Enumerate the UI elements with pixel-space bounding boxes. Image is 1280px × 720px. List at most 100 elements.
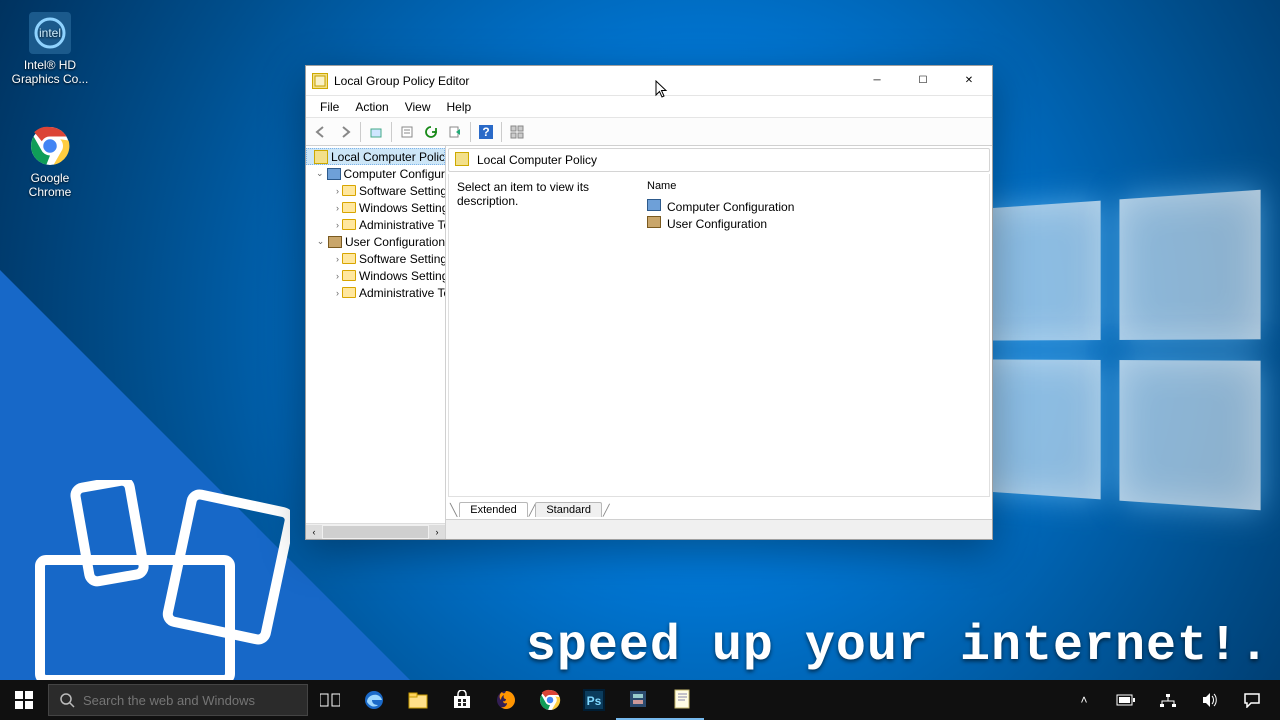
menubar: File Action View Help [306,96,992,118]
folder-icon [342,269,356,283]
app-icon [312,73,328,89]
window-title: Local Group Policy Editor [334,74,469,88]
tray-battery-icon[interactable] [1106,680,1146,720]
chevron-right-icon[interactable]: › [336,203,339,213]
scroll-right-button[interactable]: › [429,525,445,539]
folder-icon [342,252,356,266]
tree-node[interactable]: ›Administrative Templates [306,284,445,301]
menu-help[interactable]: Help [439,98,480,116]
toolbar: ? [306,118,992,146]
taskbar-app-photoshop[interactable]: Ps [572,680,616,720]
tree-node[interactable]: › Windows Settings [306,267,445,284]
tree-node[interactable]: › Software Settings [306,182,445,199]
menu-action[interactable]: Action [347,98,396,116]
windows-logo-bg [978,190,1261,511]
tray-action-center-icon[interactable] [1232,680,1272,720]
titlebar[interactable]: Local Group Policy Editor ─ ☐ ✕ [306,66,992,96]
user-icon [328,235,342,249]
taskbar-app-firefox[interactable] [484,680,528,720]
chevron-right-icon[interactable]: › [336,220,339,230]
chevron-right-icon[interactable]: › [336,288,339,298]
tray-network-icon[interactable] [1148,680,1188,720]
tray-chevron-up-icon[interactable]: ˄ [1064,680,1104,720]
tree-node-user-configuration[interactable]: ⌄ User Configuration [306,233,445,250]
user-icon [647,216,663,232]
close-button[interactable]: ✕ [946,66,992,96]
list-item-user-configuration[interactable]: User Configuration [647,215,981,232]
svg-text:Ps: Ps [587,694,602,708]
chrome-icon [29,125,71,167]
gpedit-window: Local Group Policy Editor ─ ☐ ✕ File Act… [305,65,993,540]
tree-root[interactable]: Local Computer Policy [306,148,445,165]
intel-icon: intel [29,12,71,54]
taskbar-app-notepad[interactable] [660,680,704,720]
tree-node[interactable]: › Administrative Templates [306,216,445,233]
toolbar-help-button[interactable]: ? [475,121,497,143]
taskbar-app-edge[interactable] [352,680,396,720]
chevron-right-icon[interactable]: › [336,271,339,281]
toolbar-properties-button[interactable] [396,121,418,143]
toolbar-refresh-button[interactable] [420,121,442,143]
search-input[interactable] [83,693,297,708]
chevron-down-icon[interactable]: ⌄ [316,236,325,247]
tab-extended[interactable]: Extended [459,502,527,517]
menu-file[interactable]: File [312,98,347,116]
list-column[interactable]: Name Computer Configuration User Configu… [639,174,989,496]
system-tray: ˄ [1056,680,1280,720]
taskbar-app-mmc[interactable] [616,680,660,720]
tree-pane[interactable]: Local Computer Policy ⌄ Computer Configu… [306,146,446,539]
chevron-right-icon[interactable]: › [336,186,339,196]
toolbar-tile-button[interactable] [506,121,528,143]
tree-node[interactable]: › Windows Settings [306,199,445,216]
folder-icon [342,286,356,300]
desktop-icon-chrome[interactable]: Google Chrome [10,125,90,199]
description-text: Select an item to view its description. [457,180,589,208]
task-view-button[interactable] [308,680,352,720]
toolbar-forward-button[interactable] [334,121,356,143]
tree-label: Local Computer Policy [331,150,445,164]
computer-icon [647,199,663,215]
folder-icon [342,184,356,198]
taskbar-app-store[interactable] [440,680,484,720]
taskbar-search[interactable] [48,684,308,716]
desktop: speed up your internet!. intel Intel® HD… [0,0,1280,720]
chevron-right-icon[interactable]: › [336,254,339,264]
overlay-devices-icon [30,480,290,690]
tree-label: Software Settings [359,252,445,266]
pane-title: Local Computer Policy [477,153,597,167]
desktop-icon-label: Intel® HD Graphics Co... [10,58,90,86]
column-header-name[interactable]: Name [647,178,981,194]
tree-label: Administrative Templates [359,218,445,232]
scroll-left-button[interactable]: ‹ [306,525,322,539]
list-item-label: User Configuration [667,217,767,231]
taskbar: Ps ˄ [0,680,1280,720]
chevron-down-icon[interactable]: ⌄ [316,168,324,179]
tab-standard[interactable]: Standard [535,502,602,517]
toolbar-back-button[interactable] [310,121,332,143]
tree-horizontal-scrollbar[interactable]: ‹ › [306,523,445,539]
pane-title-bar: Local Computer Policy [448,148,990,172]
toolbar-up-button[interactable] [365,121,387,143]
list-item-label: Computer Configuration [667,200,794,214]
maximize-button[interactable]: ☐ [900,66,946,96]
start-button[interactable] [0,680,48,720]
toolbar-export-button[interactable] [444,121,466,143]
svg-text:?: ? [482,125,489,139]
folder-icon [342,218,356,232]
tree-label: Software Settings [359,184,445,198]
desktop-icon-intel[interactable]: intel Intel® HD Graphics Co... [10,12,90,86]
tree-label: Windows Settings [359,269,445,283]
tree-node[interactable]: › Software Settings [306,250,445,267]
tree-label: Windows Settings [359,201,445,215]
taskbar-app-explorer[interactable] [396,680,440,720]
list-item-computer-configuration[interactable]: Computer Configuration [647,198,981,215]
tray-volume-icon[interactable] [1190,680,1230,720]
tree-node-computer-configuration[interactable]: ⌄ Computer Configuration [306,165,445,182]
folder-icon [342,201,356,215]
scroll-icon [455,152,471,168]
taskbar-app-chrome[interactable] [528,680,572,720]
pane-tabs: ╲ Extended ╱ Standard ╱ [446,497,992,517]
overlay-caption: speed up your internet!. [526,618,1280,675]
menu-view[interactable]: View [397,98,439,116]
minimize-button[interactable]: ─ [854,66,900,96]
